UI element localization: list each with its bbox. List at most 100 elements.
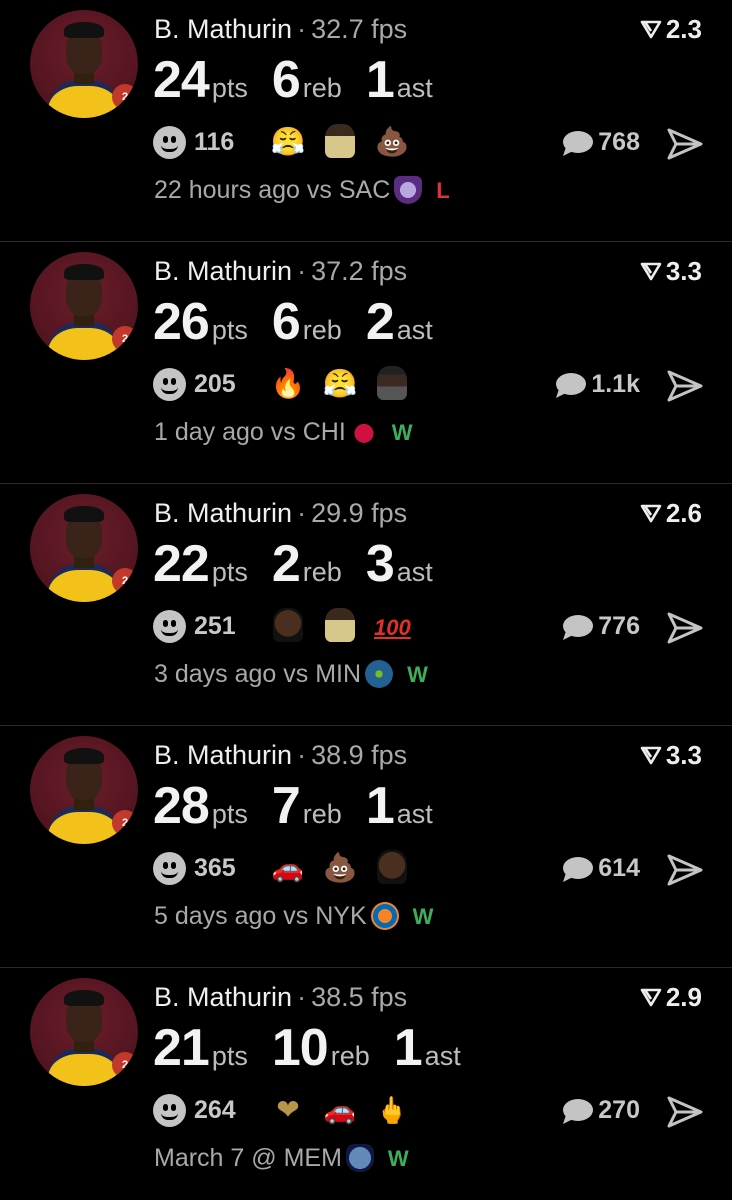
opponent[interactable]: vs SAC xyxy=(307,176,390,204)
reaction-bar: 365 🚗 💩 xyxy=(153,850,410,888)
comments-button[interactable]: 1.1k xyxy=(553,370,640,399)
face-with-steam-emoji[interactable]: 😤 xyxy=(270,124,306,160)
fps-value: 38.9 fps xyxy=(311,740,408,770)
player-name[interactable]: B. Mathurin xyxy=(154,14,292,44)
game-meta: March 7 @ MEM W xyxy=(154,1144,409,1173)
smiley-reaction-icon[interactable] xyxy=(153,125,186,159)
game-result: W xyxy=(387,1146,409,1171)
stat-unit: reb xyxy=(330,1041,370,1071)
player-avatar[interactable]: 2 xyxy=(30,978,138,1086)
race-car-emoji[interactable]: 🚗 xyxy=(322,1092,358,1128)
stat-ast: 2 ast xyxy=(366,292,433,352)
stat-value: 2 xyxy=(271,535,301,593)
send-icon[interactable] xyxy=(666,852,704,888)
rating-value: 3.3 xyxy=(665,740,702,770)
reaction-bar: 264 ❤ 🚗 🖕 xyxy=(153,1092,410,1130)
player-name[interactable]: B. Mathurin xyxy=(154,740,292,770)
stat-value: 6 xyxy=(271,293,301,351)
game-result: W xyxy=(391,420,413,445)
stat-unit: pts xyxy=(211,1041,248,1071)
player-name[interactable]: B. Mathurin xyxy=(154,498,292,528)
stat-value: 6 xyxy=(271,51,301,109)
stat-unit: ast xyxy=(396,799,433,829)
stat-reb: 6 reb xyxy=(272,50,342,110)
stat-unit: ast xyxy=(396,557,433,587)
poop-emoji[interactable]: 💩 xyxy=(322,850,358,886)
stat-value: 1 xyxy=(365,51,395,109)
stat-value: 1 xyxy=(393,1019,423,1077)
post-time: 22 hours ago xyxy=(154,176,300,204)
stat-pts: 26 pts xyxy=(153,292,248,352)
middle-finger-emoji[interactable]: 🖕 xyxy=(374,1092,410,1128)
gold-heart-emoji[interactable]: ❤ xyxy=(270,1092,306,1128)
player-avatar[interactable]: 2 xyxy=(30,252,138,360)
fps-value: 37.2 fps xyxy=(311,256,408,286)
comment-bubble-icon xyxy=(563,614,594,640)
rating-score: 2.6 xyxy=(640,498,702,529)
post-card-2[interactable]: 2 B. Mathurin · 37.2 fps 3.3 26 pts 6 reb 2 ast… xyxy=(0,242,732,484)
face-with-steam-emoji[interactable]: 😤 xyxy=(322,366,358,402)
stat-unit: pts xyxy=(211,73,248,103)
player-name[interactable]: B. Mathurin xyxy=(154,982,292,1012)
stat-reb: 7 reb xyxy=(272,776,342,836)
post-card-1[interactable]: 2 B. Mathurin · 32.7 fps 2.3 24 pts 6 reb 1 ast… xyxy=(0,0,732,242)
cowboy-person-emoji[interactable] xyxy=(374,366,410,402)
post-card-4[interactable]: 2 B. Mathurin · 38.9 fps 3.3 28 pts 7 reb 1 ast… xyxy=(0,726,732,968)
fire-emoji[interactable]: 🔥 xyxy=(270,366,306,402)
smiley-reaction-icon[interactable] xyxy=(153,609,186,643)
comments-button[interactable]: 270 xyxy=(560,1096,640,1125)
send-icon[interactable] xyxy=(666,610,704,646)
rating-score: 3.3 xyxy=(640,256,702,287)
knicks-logo-icon xyxy=(370,902,399,930)
stat-unit: ast xyxy=(424,1041,461,1071)
comments-button[interactable]: 776 xyxy=(560,612,640,641)
comment-bubble-icon xyxy=(556,372,587,398)
fps-value: 32.7 fps xyxy=(311,14,408,44)
player-photo-emoji[interactable] xyxy=(322,124,358,160)
reaction-bar: 205 🔥 😤 xyxy=(153,366,410,404)
rating-value: 2.6 xyxy=(665,498,702,528)
stat-unit: pts xyxy=(211,799,248,829)
stat-unit: pts xyxy=(211,315,248,345)
opponent[interactable]: vs NYK xyxy=(283,902,366,930)
stat-reb: 2 reb xyxy=(272,534,342,594)
game-result: W xyxy=(412,904,434,929)
opponent[interactable]: @ MEM xyxy=(251,1144,342,1172)
stat-value: 22 xyxy=(153,535,210,593)
smiley-reaction-icon[interactable] xyxy=(153,851,186,885)
stat-value: 3 xyxy=(365,535,395,593)
game-meta: 22 hours ago vs SAC L xyxy=(154,176,450,205)
player-avatar[interactable]: 2 xyxy=(30,494,138,602)
send-icon[interactable] xyxy=(666,368,704,404)
player-face-emoji[interactable] xyxy=(374,850,410,886)
stat-reb: 10 reb xyxy=(272,1018,370,1078)
send-icon[interactable] xyxy=(666,126,704,162)
comments-button[interactable]: 614 xyxy=(560,854,640,883)
player-name[interactable]: B. Mathurin xyxy=(154,256,292,286)
player-avatar[interactable]: 2 xyxy=(30,10,138,118)
smiley-reaction-icon[interactable] xyxy=(153,1093,186,1127)
comment-bubble-icon xyxy=(563,130,594,156)
player-avatar[interactable]: 2 xyxy=(30,736,138,844)
post-card-5[interactable]: 2 B. Mathurin · 38.5 fps 2.9 21 pts 10 reb 1 as… xyxy=(0,968,732,1200)
reaction-count: 264 xyxy=(194,1095,236,1124)
comment-count: 614 xyxy=(598,854,640,882)
stat-reb: 6 reb xyxy=(272,292,342,352)
stat-unit: reb xyxy=(302,799,342,829)
opponent[interactable]: vs CHI xyxy=(271,418,346,446)
comment-bubble-icon xyxy=(563,856,594,882)
poop-emoji[interactable]: 💩 xyxy=(374,124,410,160)
comments-button[interactable]: 768 xyxy=(560,128,640,157)
hundred-emoji[interactable]: 100 xyxy=(374,608,411,644)
send-icon[interactable] xyxy=(666,1094,704,1130)
post-card-3[interactable]: 2 B. Mathurin · 29.9 fps 2.6 22 pts 2 reb 3 ast… xyxy=(0,484,732,726)
opponent[interactable]: vs MIN xyxy=(283,660,361,688)
stat-pts: 21 pts xyxy=(153,1018,248,1078)
game-result: L xyxy=(436,178,450,203)
player-face-emoji[interactable] xyxy=(270,608,306,644)
player-photo-emoji[interactable] xyxy=(322,608,358,644)
race-car-emoji[interactable]: 🚗 xyxy=(270,850,306,886)
smiley-reaction-icon[interactable] xyxy=(153,367,186,401)
reaction-count: 251 xyxy=(194,611,236,640)
stat-line: 21 pts 10 reb 1 ast xyxy=(153,1018,485,1078)
